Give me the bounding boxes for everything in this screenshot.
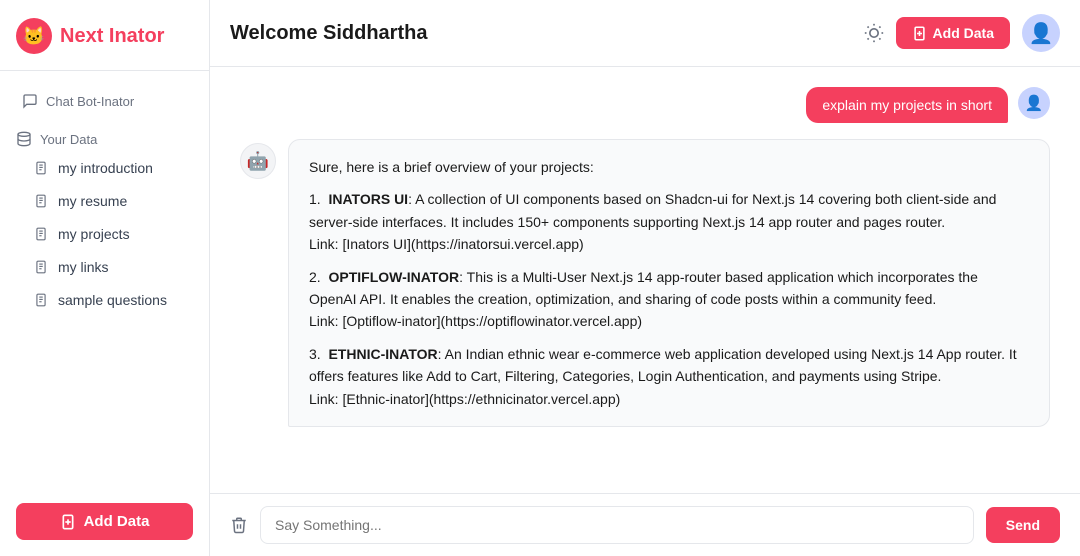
avatar: 👤: [1022, 14, 1060, 52]
doc-icon: [34, 227, 48, 241]
send-button[interactable]: Send: [986, 507, 1060, 543]
user-avatar-small: 👤: [1018, 87, 1050, 119]
topbar-right: Add Data 👤: [864, 14, 1060, 52]
sidebar: 🐱 Next Inator Chat Bot-Inator Your Data …: [0, 0, 210, 556]
main-content: Welcome Siddhartha Add Data 👤 explain my…: [210, 0, 1080, 556]
doc-icon: [34, 161, 48, 175]
page-title: Welcome Siddhartha: [230, 22, 427, 45]
input-bar: Send: [210, 493, 1080, 556]
sidebar-nav: Chat Bot-Inator Your Data my introductio…: [0, 71, 209, 491]
logo-icon: 🐱: [16, 18, 52, 54]
doc-icon: [34, 194, 48, 208]
topbar: Welcome Siddhartha Add Data 👤: [210, 0, 1080, 67]
bot-icon: 🤖: [240, 143, 276, 179]
bot-message: Sure, here is a brief overview of your p…: [288, 139, 1050, 427]
project-1: 1. INATORS UI: A collection of UI compon…: [309, 188, 1029, 255]
bot-intro: Sure, here is a brief overview of your p…: [309, 156, 1029, 178]
sidebar-item-my-links[interactable]: my links: [6, 251, 203, 283]
database-icon: [16, 131, 32, 147]
sidebar-section-your-data: Your Data: [0, 123, 209, 151]
project-3: 3. ETHNIC-INATOR: An Indian ethnic wear …: [309, 343, 1029, 410]
trash-icon: [230, 516, 248, 534]
logo-area: 🐱 Next Inator: [0, 0, 209, 71]
user-message-container: explain my projects in short 👤: [240, 87, 1050, 123]
add-data-top-icon: [912, 26, 927, 41]
chat-icon: [22, 93, 38, 109]
doc-icon: [34, 260, 48, 274]
add-data-top-button[interactable]: Add Data: [896, 17, 1010, 49]
add-data-sidebar-icon: [60, 514, 76, 530]
sidebar-footer: Add Data: [0, 491, 209, 556]
sidebar-item-sample-questions[interactable]: sample questions: [6, 284, 203, 316]
theme-toggle-button[interactable]: [864, 23, 884, 43]
sidebar-item-my-projects[interactable]: my projects: [6, 218, 203, 250]
sidebar-item-my-introduction[interactable]: my introduction: [6, 152, 203, 184]
chat-area: explain my projects in short 👤 🤖 Sure, h…: [210, 67, 1080, 493]
bot-message-container: 🤖 Sure, here is a brief overview of your…: [240, 139, 1050, 427]
clear-chat-button[interactable]: [230, 516, 248, 534]
project-2: 2. OPTIFLOW-INATOR: This is a Multi-User…: [309, 266, 1029, 333]
logo-text: Next Inator: [60, 25, 164, 48]
doc-icon: [34, 293, 48, 307]
user-bubble: explain my projects in short: [806, 87, 1008, 123]
add-data-sidebar-button[interactable]: Add Data: [16, 503, 193, 540]
sidebar-item-my-resume[interactable]: my resume: [6, 185, 203, 217]
sidebar-item-chatbot[interactable]: Chat Bot-Inator: [6, 85, 203, 117]
sun-icon: [864, 23, 884, 43]
chat-input[interactable]: [260, 506, 974, 544]
